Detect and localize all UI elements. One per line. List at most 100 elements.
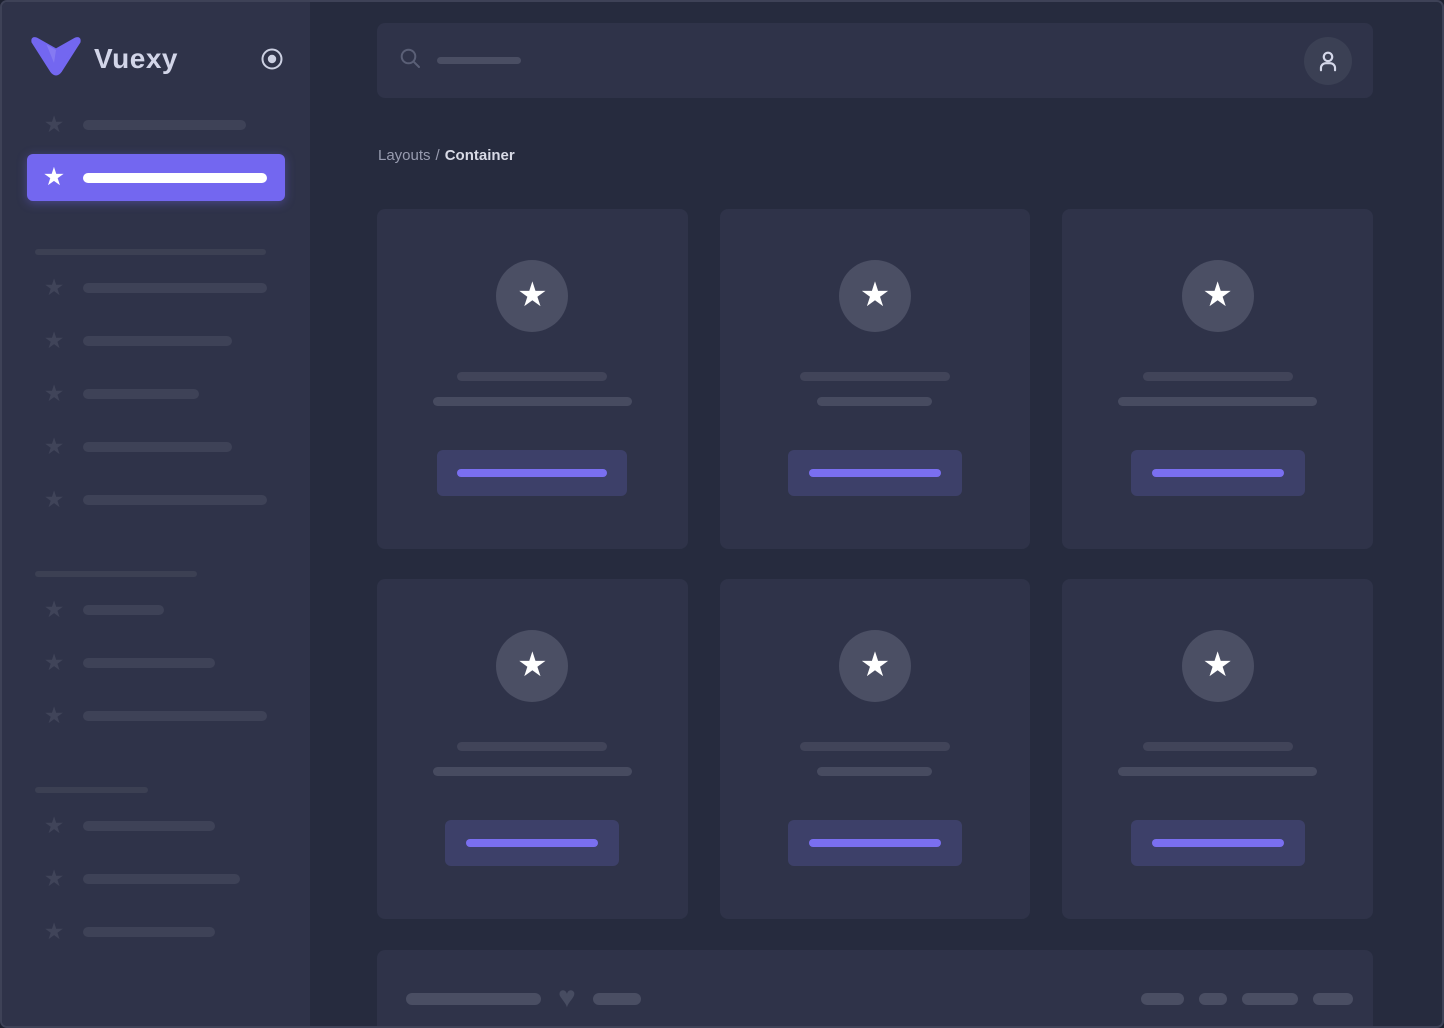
sidebar-item[interactable]: ★ <box>27 802 285 849</box>
breadcrumb-current: Container <box>444 146 515 164</box>
card-title-placeholder <box>799 742 950 751</box>
breadcrumb: Layouts / Container <box>378 145 1373 165</box>
sidebar-header: Vuexy <box>2 2 310 98</box>
person-icon <box>1319 51 1337 71</box>
menu-label-placeholder <box>83 119 246 130</box>
card-avatar: ★ <box>496 630 569 702</box>
section-label-placeholder <box>35 787 148 793</box>
card-button[interactable] <box>787 820 962 866</box>
sidebar: Vuexy ★ ★ ★ ★ ★ ★ ★ ★ ★ ★ ★ ★ ★ <box>2 2 310 1026</box>
menu-label-placeholder <box>83 926 215 937</box>
sidebar-menu-slot: ★ <box>2 261 310 314</box>
star-icon: ★ <box>43 918 65 944</box>
sidebar-item[interactable]: ★ <box>27 639 285 686</box>
star-icon: ★ <box>859 645 891 684</box>
footer-placeholder-bar <box>406 993 541 1005</box>
sidebar-item[interactable]: ★ <box>27 476 285 523</box>
button-label-placeholder <box>1151 839 1284 847</box>
card-title-placeholder <box>1142 742 1293 751</box>
menu-section-divider <box>2 742 310 799</box>
bottom-card-row: ♥ <box>406 983 1353 1014</box>
card: ★ <box>377 579 688 919</box>
star-icon: ★ <box>859 275 891 314</box>
bottom-card: ♥ <box>377 950 1373 1026</box>
menu-section-divider <box>2 526 310 583</box>
main-content: Layouts / Container ★ ★ ★ ★ ★ ★ ♥ <box>310 2 1442 1026</box>
star-icon: ★ <box>43 274 65 300</box>
card-subtitle-placeholder <box>817 767 933 776</box>
card-subtitle-placeholder <box>817 397 933 406</box>
sidebar-menu: ★ ★ ★ ★ ★ ★ ★ ★ ★ ★ ★ ★ ★ <box>2 98 310 958</box>
star-icon: ★ <box>43 865 65 891</box>
search-bar[interactable] <box>377 23 1373 98</box>
footer-placeholder-bar <box>1199 993 1227 1005</box>
star-icon: ★ <box>517 275 548 314</box>
sidebar-menu-slot: ★ <box>2 636 310 689</box>
star-icon: ★ <box>42 163 66 191</box>
sidebar-menu-slot: ★ <box>2 473 310 526</box>
card-button[interactable] <box>437 450 628 496</box>
star-icon: ★ <box>517 645 548 684</box>
card-button[interactable] <box>787 450 962 496</box>
sidebar-item[interactable]: ★ <box>27 586 285 633</box>
sidebar-item[interactable]: ★ <box>27 908 285 955</box>
footer-right-group <box>1141 993 1353 1005</box>
card-avatar: ★ <box>496 260 569 332</box>
star-icon: ★ <box>43 486 65 512</box>
star-icon: ★ <box>43 380 65 406</box>
card-button[interactable] <box>445 820 620 866</box>
search-icon <box>399 47 422 75</box>
app-frame: Vuexy ★ ★ ★ ★ ★ ★ ★ ★ ★ ★ ★ ★ ★ Layouts … <box>0 0 1444 1028</box>
menu-label-placeholder <box>83 388 199 399</box>
sidebar-menu-slot: ★ <box>2 799 310 852</box>
sidebar-menu-slot: ★ <box>2 151 310 204</box>
card-button[interactable] <box>1130 820 1305 866</box>
card-subtitle-placeholder <box>1118 397 1318 406</box>
sidebar-item[interactable]: ★ <box>27 370 285 417</box>
breadcrumb-separator: / <box>435 146 440 164</box>
star-icon: ★ <box>1202 645 1233 684</box>
brand-title: Vuexy <box>94 43 178 74</box>
card-button[interactable] <box>1130 450 1305 496</box>
heart-icon[interactable]: ♥ <box>558 983 576 1013</box>
sidebar-menu-slot: ★ <box>2 905 310 958</box>
card: ★ <box>719 579 1031 919</box>
sidebar-item[interactable]: ★ <box>27 264 285 311</box>
card-avatar: ★ <box>838 630 911 702</box>
star-icon: ★ <box>1202 275 1233 314</box>
footer-placeholder-bar <box>1141 993 1184 1005</box>
button-label-placeholder <box>808 469 941 477</box>
sidebar-item-active[interactable]: ★ <box>27 154 285 201</box>
menu-label-placeholder <box>83 873 240 884</box>
star-icon: ★ <box>43 111 65 137</box>
button-label-placeholder <box>1151 469 1284 477</box>
sidebar-menu-slot: ★ <box>2 852 310 905</box>
menu-section-divider <box>2 204 310 261</box>
menu-label-placeholder <box>83 604 164 615</box>
sidebar-item[interactable]: ★ <box>27 101 285 148</box>
sidebar-item[interactable]: ★ <box>27 855 285 902</box>
card-avatar: ★ <box>838 260 911 332</box>
sidebar-item[interactable]: ★ <box>27 423 285 470</box>
card: ★ <box>1062 209 1373 549</box>
sidebar-menu-slot: ★ <box>2 367 310 420</box>
card-avatar: ★ <box>1181 260 1254 332</box>
sidebar-item[interactable]: ★ <box>27 692 285 739</box>
user-avatar-button[interactable] <box>1304 36 1352 85</box>
card-title-placeholder <box>457 372 608 381</box>
footer-placeholder-bar <box>592 993 641 1005</box>
footer-placeholder-bar <box>1313 993 1353 1005</box>
card-title-placeholder <box>799 372 950 381</box>
card-title-placeholder <box>457 742 608 751</box>
breadcrumb-parent[interactable]: Layouts <box>378 147 431 164</box>
vuexy-logo-icon <box>30 35 82 84</box>
sidebar-item[interactable]: ★ <box>27 317 285 364</box>
radio-circle-icon <box>261 48 283 70</box>
sidebar-menu-slot: ★ <box>2 583 310 636</box>
button-label-placeholder <box>808 839 941 847</box>
card-subtitle-placeholder <box>432 397 632 406</box>
menu-label-placeholder <box>83 710 267 721</box>
sidebar-menu-slot: ★ <box>2 314 310 367</box>
sidebar-toggle[interactable] <box>260 47 284 71</box>
menu-label-placeholder <box>83 441 232 452</box>
